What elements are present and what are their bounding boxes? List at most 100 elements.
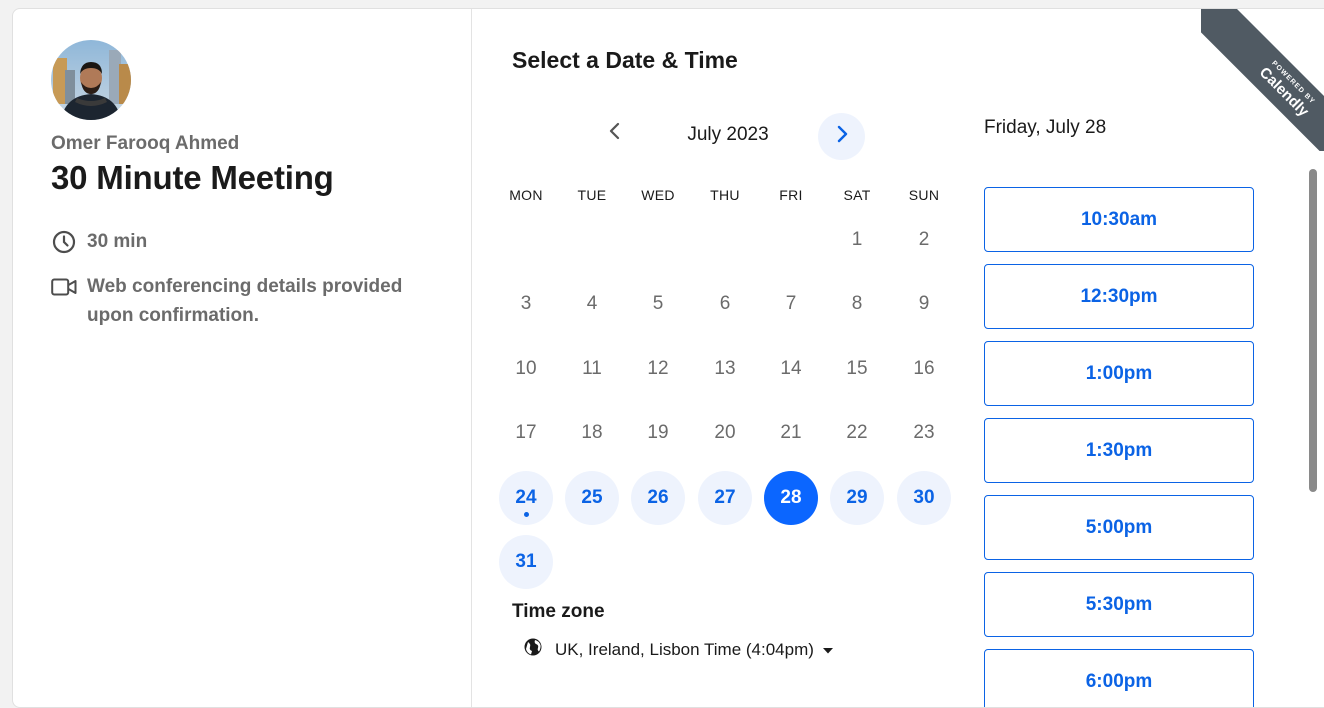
day-number: 1 — [851, 229, 863, 250]
location-line-2: upon confirmation. — [87, 305, 260, 326]
day-number: 7 — [785, 293, 797, 314]
day-number: 24 — [515, 487, 537, 508]
powered-by-badge[interactable]: POWERED BY Calendly — [1201, 9, 1324, 151]
calendar-day-16: 16 — [897, 342, 951, 396]
caret-down-icon — [822, 640, 834, 660]
day-number: 20 — [714, 422, 736, 443]
day-number: 16 — [913, 358, 935, 379]
day-number: 19 — [647, 422, 669, 443]
day-number: 22 — [846, 422, 868, 443]
calendar-day-23: 23 — [897, 406, 951, 460]
day-number: 4 — [586, 293, 598, 314]
next-month-button[interactable] — [818, 113, 865, 160]
timezone-select[interactable]: UK, Ireland, Lisbon Time (4:04pm) — [523, 637, 834, 662]
badge-ribbon: POWERED BY Calendly — [1201, 9, 1324, 151]
calendar-day-31[interactable]: 31 — [499, 535, 553, 589]
weekday-wed: WED — [641, 187, 675, 203]
calendar-day-26[interactable]: 26 — [631, 471, 685, 525]
calendar-day-14: 14 — [764, 342, 818, 396]
time-slot-button[interactable]: 5:00pm — [984, 495, 1254, 560]
time-slot-button[interactable]: 5:30pm — [984, 572, 1254, 637]
calendar-day-8: 8 — [830, 277, 884, 331]
location-line-1: Web conferencing details provided — [87, 276, 403, 297]
calendar-day-28[interactable]: 28 — [764, 471, 818, 525]
calendar-day-11: 11 — [565, 342, 619, 396]
prev-month-button[interactable] — [601, 119, 629, 147]
calendar-day-27[interactable]: 27 — [698, 471, 752, 525]
calendar-day-29[interactable]: 29 — [830, 471, 884, 525]
calendar-day-17: 17 — [499, 406, 553, 460]
calendar-day-21: 21 — [764, 406, 818, 460]
time-slot-button[interactable]: 10:30am — [984, 187, 1254, 252]
location-text: Web conferencing details provided upon c… — [87, 272, 402, 330]
calendar-day-25[interactable]: 25 — [565, 471, 619, 525]
calendar-day-7: 7 — [764, 277, 818, 331]
calendar-day-20: 20 — [698, 406, 752, 460]
day-number: 10 — [515, 358, 537, 379]
weekday-mon: MON — [509, 187, 543, 203]
calendar-day-12: 12 — [631, 342, 685, 396]
day-number: 31 — [515, 551, 537, 572]
day-number: 12 — [647, 358, 669, 379]
calendar-day-4: 4 — [565, 277, 619, 331]
day-number: 8 — [851, 293, 863, 314]
timezone-label: Time zone — [512, 601, 605, 622]
time-slot-button[interactable]: 12:30pm — [984, 264, 1254, 329]
day-number: 26 — [647, 487, 669, 508]
event-title: 30 Minute Meeting — [51, 159, 334, 196]
day-number: 6 — [719, 293, 731, 314]
booking-card: Omer Farooq Ahmed 30 Minute Meeting 30 m… — [12, 8, 1324, 708]
chevron-right-icon — [835, 125, 849, 148]
organizer-name: Omer Farooq Ahmed — [51, 133, 240, 154]
day-number: 3 — [520, 293, 532, 314]
calendar-day-10: 10 — [499, 342, 553, 396]
video-camera-icon — [51, 272, 77, 301]
calendar-day-15: 15 — [830, 342, 884, 396]
time-slot-button[interactable]: 1:30pm — [984, 418, 1254, 483]
day-number: 28 — [780, 487, 802, 508]
time-slot-button[interactable]: 1:00pm — [984, 341, 1254, 406]
day-number: 17 — [515, 422, 537, 443]
day-number: 15 — [846, 358, 868, 379]
timezone-value: UK, Ireland, Lisbon Time (4:04pm) — [555, 639, 814, 659]
weekday-fri: FRI — [779, 187, 803, 203]
day-number: 23 — [913, 422, 935, 443]
calendar-day-30[interactable]: 30 — [897, 471, 951, 525]
time-slot-button[interactable]: 6:00pm — [984, 649, 1254, 707]
calendar-day-19: 19 — [631, 406, 685, 460]
calendar-day-2: 2 — [897, 213, 951, 267]
calendar-day-6: 6 — [698, 277, 752, 331]
today-indicator — [523, 512, 529, 517]
month-label: July 2023 — [687, 124, 769, 145]
location-detail: Web conferencing details provided upon c… — [51, 272, 402, 330]
selected-date-heading: Friday, July 28 — [984, 117, 1107, 138]
organizer-avatar — [51, 40, 131, 120]
scrollbar[interactable] — [1309, 169, 1317, 492]
calendar-day-5: 5 — [631, 277, 685, 331]
event-details-panel: Omer Farooq Ahmed 30 Minute Meeting 30 m… — [13, 9, 472, 707]
chevron-left-icon — [608, 122, 622, 145]
day-number: 14 — [780, 358, 802, 379]
calendar-day-3: 3 — [499, 277, 553, 331]
weekday-sat: SAT — [843, 187, 871, 203]
day-number: 11 — [582, 358, 602, 379]
duration-text: 30 min — [87, 231, 148, 252]
scheduler-title: Select a Date & Time — [512, 47, 738, 73]
clock-icon — [51, 227, 77, 256]
weekday-sun: SUN — [908, 187, 940, 203]
day-number: 21 — [780, 422, 802, 443]
day-number: 25 — [581, 487, 603, 508]
calendar-day-9: 9 — [897, 277, 951, 331]
weekday-thu: THU — [710, 187, 740, 203]
day-number: 30 — [913, 487, 935, 508]
calendar-day-24[interactable]: 24 — [499, 471, 553, 525]
day-number: 29 — [846, 487, 868, 508]
calendar-day-18: 18 — [565, 406, 619, 460]
globe-icon — [523, 637, 543, 662]
day-number: 9 — [918, 293, 930, 314]
day-number: 18 — [581, 422, 603, 443]
calendar-day-1: 1 — [830, 213, 884, 267]
weekday-tue: TUE — [577, 187, 607, 203]
duration-detail: 30 min — [51, 227, 147, 256]
day-number: 5 — [652, 293, 664, 314]
